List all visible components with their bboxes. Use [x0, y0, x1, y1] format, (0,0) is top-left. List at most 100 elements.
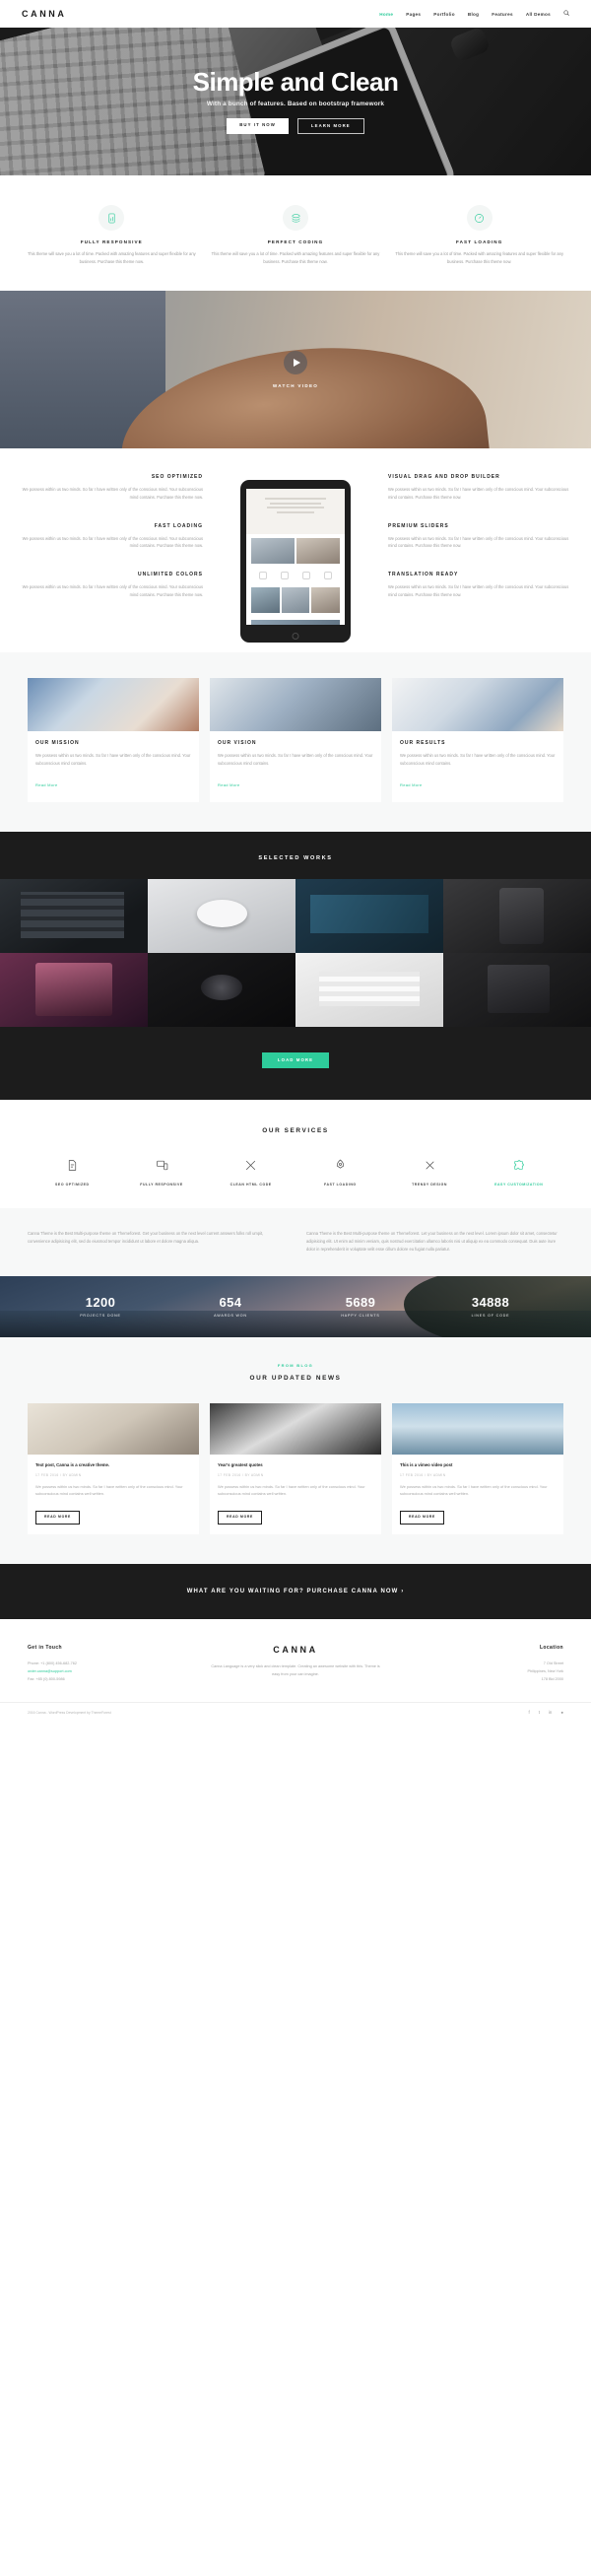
footer-logo[interactable]: CANNA	[207, 1645, 384, 1655]
service-label: TRENDY DESIGN	[412, 1182, 447, 1186]
portfolio-item[interactable]	[296, 878, 443, 953]
service-label: FULLY RESPONSIVE	[140, 1182, 183, 1186]
social-links: f t in ●	[528, 1710, 563, 1715]
card-title: OUR MISSION	[35, 740, 80, 747]
portfolio-section: SELECTED WORKS LOAD MORE	[0, 831, 591, 1100]
post-text: We possess within us two minds. So far I…	[35, 1483, 183, 1496]
card-our-results: OUR RESULTS We possess within us two min…	[392, 678, 563, 802]
facebook-icon[interactable]: f	[528, 1710, 529, 1715]
feature-card-fast-loading: FAST LOADING This theme will save you a …	[395, 205, 563, 265]
feature-text: We possess within us two minds. So far I…	[22, 535, 203, 549]
watch-video-label[interactable]: WATCH VIDEO	[273, 383, 318, 388]
hero-section: Simple and Clean With a bunch of feature…	[0, 28, 591, 175]
card-text: We possess within us two minds. So far I…	[35, 753, 191, 766]
portfolio-item[interactable]	[296, 952, 443, 1027]
post-meta: 17 FEB 2016 / BY ADMIN	[400, 1472, 446, 1477]
read-more-button[interactable]: READ MORE	[400, 1511, 445, 1525]
feature-block: PREMIUM SLIDERS We possess within us two…	[388, 523, 571, 551]
post-meta: 17 FEB 2016 / BY ADMIN	[35, 1472, 82, 1477]
feature-text: This theme will save you a lot of time. …	[211, 251, 380, 264]
post-meta: 17 FEB 2016 / BY ADMIN	[218, 1472, 264, 1477]
service-fully-responsive[interactable]: FULLY RESPONSIVE	[117, 1156, 207, 1186]
service-fast-loading[interactable]: FAST LOADING	[296, 1156, 385, 1186]
read-more-button[interactable]: READ MORE	[35, 1511, 81, 1525]
counter-lines-of-code: 34888 LINES OF CODE	[426, 1295, 556, 1318]
mobile-device-icon	[98, 205, 125, 231]
service-label: CLEAN HTML CODE	[230, 1182, 272, 1186]
footer-contact-heading: Get in Touch	[28, 1644, 62, 1651]
blog-kicker: FROM BLOG	[277, 1362, 314, 1368]
post-image[interactable]	[392, 1402, 563, 1455]
search-icon[interactable]	[563, 10, 569, 18]
hero-content: Simple and Clean With a bunch of feature…	[193, 68, 399, 135]
post-image[interactable]	[28, 1402, 199, 1455]
feature-title: VISUAL DRAG AND DROP BUILDER	[388, 474, 500, 481]
service-trendy-design[interactable]: TRENDY DESIGN	[385, 1156, 475, 1186]
nav-item-features[interactable]: Features	[492, 12, 513, 17]
portfolio-item[interactable]	[0, 952, 148, 1027]
top-navigation: CANNA Home Pages Portfolio Blog Features…	[0, 0, 591, 28]
post-image[interactable]	[210, 1402, 381, 1455]
footer-contact: Get in Touch Phone: +1 (800) 456-682-762…	[28, 1645, 189, 1684]
read-more-link[interactable]: Read More	[400, 782, 423, 787]
portfolio-item[interactable]	[443, 878, 591, 953]
portfolio-grid	[0, 878, 591, 1027]
code-tools-icon	[206, 1156, 296, 1176]
footer-email[interactable]: order.canna@support.com	[28, 1668, 189, 1676]
service-clean-html-code[interactable]: CLEAN HTML CODE	[206, 1156, 296, 1186]
feature-text: We possess within us two minds. So far I…	[22, 584, 203, 597]
post-text: We possess within us two minds. So far I…	[400, 1483, 548, 1496]
footer-phone: Phone: +1 (800) 456-682-762	[28, 1661, 77, 1665]
feature-title: TRANSLATION READY	[388, 572, 459, 578]
counter-value: 34888	[471, 1295, 510, 1311]
copyright-text: 2016 Canna - WordPress Development by Th…	[28, 1710, 111, 1715]
service-label: FAST LOADING	[324, 1182, 357, 1186]
learn-more-button[interactable]: LEARN MORE	[296, 118, 364, 135]
buy-it-now-button[interactable]: BUY IT NOW	[227, 118, 289, 135]
landing-page: CANNA Home Pages Portfolio Blog Features…	[0, 0, 591, 1724]
linkedin-icon[interactable]: in	[549, 1710, 552, 1715]
portfolio-item[interactable]	[443, 952, 591, 1027]
post-title[interactable]: This is a vimeo video post	[400, 1462, 556, 1468]
portfolio-title: SELECTED WORKS	[258, 854, 333, 861]
twitter-icon[interactable]: t	[539, 1710, 540, 1715]
about-text-right: Canna Theme is the Best Multi-purpose th…	[306, 1230, 558, 1253]
tablet-home-button	[292, 633, 299, 641]
read-more-link[interactable]: Read More	[35, 782, 58, 787]
read-more-link[interactable]: Read More	[218, 782, 240, 787]
about-text-section: Canna Theme is the Best Multi-purpose th…	[0, 1207, 591, 1276]
dribbble-icon[interactable]: ●	[560, 1710, 563, 1715]
play-icon[interactable]	[284, 351, 307, 375]
service-seo-optimized[interactable]: SEO OPTIMIZED	[28, 1156, 117, 1186]
nav-item-all-demos[interactable]: All Demos	[526, 12, 551, 17]
cta-text[interactable]: WHAT ARE YOU WAITING FOR? PURCHASE CANNA…	[187, 1589, 405, 1594]
site-logo[interactable]: CANNA	[22, 9, 67, 19]
service-easy-customization[interactable]: EASY CUSTOMIZATION	[474, 1156, 563, 1186]
portfolio-item[interactable]	[148, 878, 296, 953]
feature-text: We possess within us two minds. So far I…	[22, 487, 203, 500]
feature-block: FAST LOADING We possess within us two mi…	[20, 523, 203, 551]
card-image	[210, 678, 381, 732]
nav-item-home[interactable]: Home	[379, 12, 393, 17]
feature-text: We possess within us two minds. So far I…	[388, 584, 569, 597]
video-section[interactable]: WATCH VIDEO	[0, 291, 591, 449]
blog-section: FROM BLOG OUR UPDATED NEWS Text post, Ca…	[0, 1336, 591, 1564]
portfolio-item[interactable]	[0, 878, 148, 953]
post-title[interactable]: Text post, Canna is a creative theme.	[35, 1462, 191, 1468]
puzzle-icon	[474, 1156, 563, 1176]
footer-location-line: Philippines, New York	[527, 1668, 564, 1673]
read-more-button[interactable]: READ MORE	[218, 1511, 263, 1525]
service-label: SEO OPTIMIZED	[55, 1182, 90, 1186]
post-title[interactable]: Year's greatest quotes	[218, 1462, 373, 1468]
nav-item-portfolio[interactable]: Portfolio	[433, 12, 455, 17]
cta-banner[interactable]: WHAT ARE YOU WAITING FOR? PURCHASE CANNA…	[0, 1563, 591, 1619]
feature-block: TRANSLATION READY We possess within us t…	[388, 572, 571, 599]
services-section: OUR SERVICES SEO OPTIMIZED FULLY RESPONS…	[0, 1099, 591, 1208]
services-title: OUR SERVICES	[262, 1126, 329, 1134]
nav-item-pages[interactable]: Pages	[406, 12, 421, 17]
nav-item-blog[interactable]: Blog	[468, 12, 479, 17]
blog-grid: Text post, Canna is a creative theme. 17…	[28, 1402, 563, 1534]
feature-title: FAST LOADING	[154, 522, 203, 529]
load-more-button[interactable]: LOAD MORE	[261, 1051, 330, 1068]
portfolio-item[interactable]	[148, 952, 296, 1027]
